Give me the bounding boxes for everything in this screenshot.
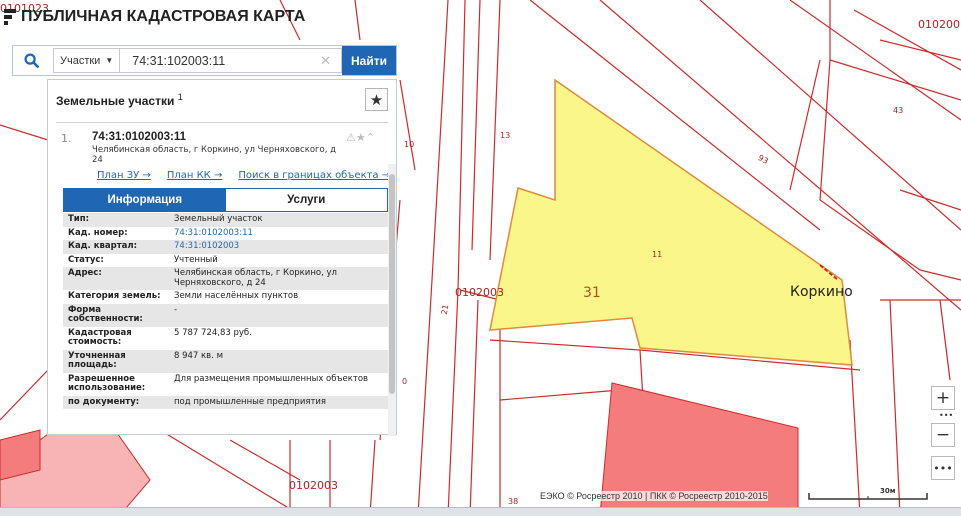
parcel-label: 13 [500, 131, 511, 140]
rosreestr-logo-icon [4, 9, 16, 25]
result-index: 1. [61, 132, 72, 145]
table-row: Адрес: Челябинская область, г Коркино, ул… [63, 267, 388, 290]
layer-select-label: Участки [60, 54, 101, 67]
info-table: Тип: Земельный участок Кад. номер: 74:31:0… [63, 213, 388, 409]
parcel-label: 21 [439, 303, 451, 316]
app-title: ПУБЛИЧНАЯ КАДАСТРОВАЯ КАРТА [4, 8, 305, 26]
row-key: Кадастровая стоимость: [68, 327, 132, 347]
table-row: Кадастровая стоимость: 5 787 724,83 руб. [63, 327, 388, 350]
search-icon[interactable] [13, 46, 49, 75]
chevron-up-icon[interactable]: ⌃ [366, 131, 375, 144]
star-icon: ★ [369, 90, 384, 109]
row-value: Земли населённых пунктов [174, 291, 299, 301]
link-plan-kk[interactable]: План КК → [167, 170, 223, 181]
attribution: ЕЭКО © Росреестр 2010 | ПКК © Росреестр … [540, 491, 768, 501]
row-value: Челябинская область, г Коркино, ул Черня… [174, 268, 337, 288]
app-title-text: ПУБЛИЧНАЯ КАДАСТРОВАЯ КАРТА [21, 8, 306, 25]
link-plan-zu[interactable]: План ЗУ → [97, 170, 151, 181]
table-row: Категория земель: Земли населённых пункто… [63, 290, 388, 304]
quarter-label: 010200 [918, 18, 960, 31]
search-input[interactable]: 74:31:102003:11 ✕ [120, 48, 342, 73]
panel-scrollbar[interactable] [388, 164, 396, 436]
row-value: Для размещения промышленных объектов [174, 373, 369, 384]
zoom-in-button[interactable]: + [931, 386, 955, 410]
search-input-value: 74:31:102003:11 [132, 53, 226, 68]
cad-number-link[interactable]: 74:31:0102003:11 [169, 227, 388, 241]
warning-icon[interactable]: ⚠ [346, 131, 356, 144]
table-row: Кад. квартал: 74:31:0102003 [63, 240, 388, 254]
table-row: Тип: Земельный участок [63, 213, 388, 227]
row-key: Форма собственности: [68, 304, 143, 324]
town-label: Коркино [790, 284, 853, 300]
result-count: 1 [177, 92, 183, 102]
panel-title: Земельные участки 1 [56, 92, 183, 108]
zoom-out-button[interactable]: − [931, 423, 955, 447]
table-row: Кад. номер: 74:31:0102003:11 [63, 227, 388, 241]
row-key: Статус: [68, 254, 104, 265]
table-row: Форма собственности: - [63, 303, 388, 327]
row-value: - [174, 304, 178, 315]
row-value: под промышленные предприятия [174, 396, 327, 407]
find-button[interactable]: Найти [342, 46, 396, 75]
chevron-down-icon: ▼ [105, 56, 114, 65]
row-key: Кад. квартал: [68, 241, 137, 251]
row-value: 5 787 724,83 руб. [174, 327, 252, 338]
panel-body: 1. 74:31:0102003:11 ⚠★⌃ Челябинская обла… [48, 122, 398, 436]
table-row: по документу: под промышленные предприяти… [63, 395, 388, 409]
row-key: Тип: [68, 214, 90, 224]
parcel-label: 11 [652, 250, 663, 259]
results-panel: Земельные участки 1 ★ 1. 74:31:0102003:1… [47, 79, 398, 436]
layer-select[interactable]: Участки ▼ [53, 48, 121, 73]
parcel-label: 31 [583, 285, 601, 301]
row-value: Земельный участок [174, 214, 263, 224]
parcel-label: 43 [893, 106, 904, 115]
favorite-star-button[interactable]: ★ [365, 88, 388, 111]
search-bar: Участки ▼ 74:31:102003:11 ✕ Найти [12, 45, 397, 76]
cad-quarter-link[interactable]: 74:31:0102003 [169, 240, 388, 254]
star-icon[interactable]: ★ [356, 131, 366, 144]
row-value: 8 947 кв. м [174, 350, 223, 361]
result-cad-number[interactable]: 74:31:0102003:11 [92, 131, 186, 143]
result-links: План ЗУ → План КК → Поиск в границах объ… [97, 170, 390, 181]
quarter-label: 0102003 [455, 286, 504, 299]
more-options-button[interactable]: ••• [931, 456, 955, 480]
result-tabs: Информация Услуги [63, 188, 388, 212]
tab-info[interactable]: Информация [64, 189, 226, 211]
parcel-label: 0 [402, 377, 408, 386]
table-row: Уточненная площадь: 8 947 кв. м [63, 349, 388, 373]
table-row: Статус: Учтенный [63, 254, 388, 268]
table-row: Разрешенное использование: Для размещения… [63, 373, 388, 396]
scale-label: 30м [880, 487, 896, 495]
row-key: Адрес: [68, 268, 102, 278]
result-address: Челябинская область, г Коркино, ул Черня… [92, 145, 336, 165]
scroll-thumb[interactable] [389, 174, 395, 394]
result-action-icons: ⚠★⌃ [346, 131, 375, 144]
row-key: Разрешенное использование: [68, 373, 146, 393]
parcel-label: 10 [404, 140, 415, 149]
zoom-level-dots: ••• [939, 411, 954, 420]
tab-services[interactable]: Услуги [225, 189, 387, 211]
clear-icon[interactable]: ✕ [320, 53, 331, 69]
scale-bar [808, 493, 928, 500]
row-key: по документу: [68, 396, 140, 407]
panel-title-text: Земельные участки [56, 94, 175, 108]
row-key: Кад. номер: [68, 227, 128, 238]
row-value: Учтенный [174, 254, 218, 265]
result-card[interactable]: 1. 74:31:0102003:11 ⚠★⌃ Челябинская обла… [56, 122, 390, 436]
quarter-label: 0102003 [289, 479, 338, 492]
parcel-label: 38 [508, 497, 519, 506]
row-key: Уточненная площадь: [68, 350, 126, 370]
link-search-bounds[interactable]: Поиск в границах объекта → [238, 170, 390, 181]
row-key: Категория земель: [68, 291, 161, 301]
